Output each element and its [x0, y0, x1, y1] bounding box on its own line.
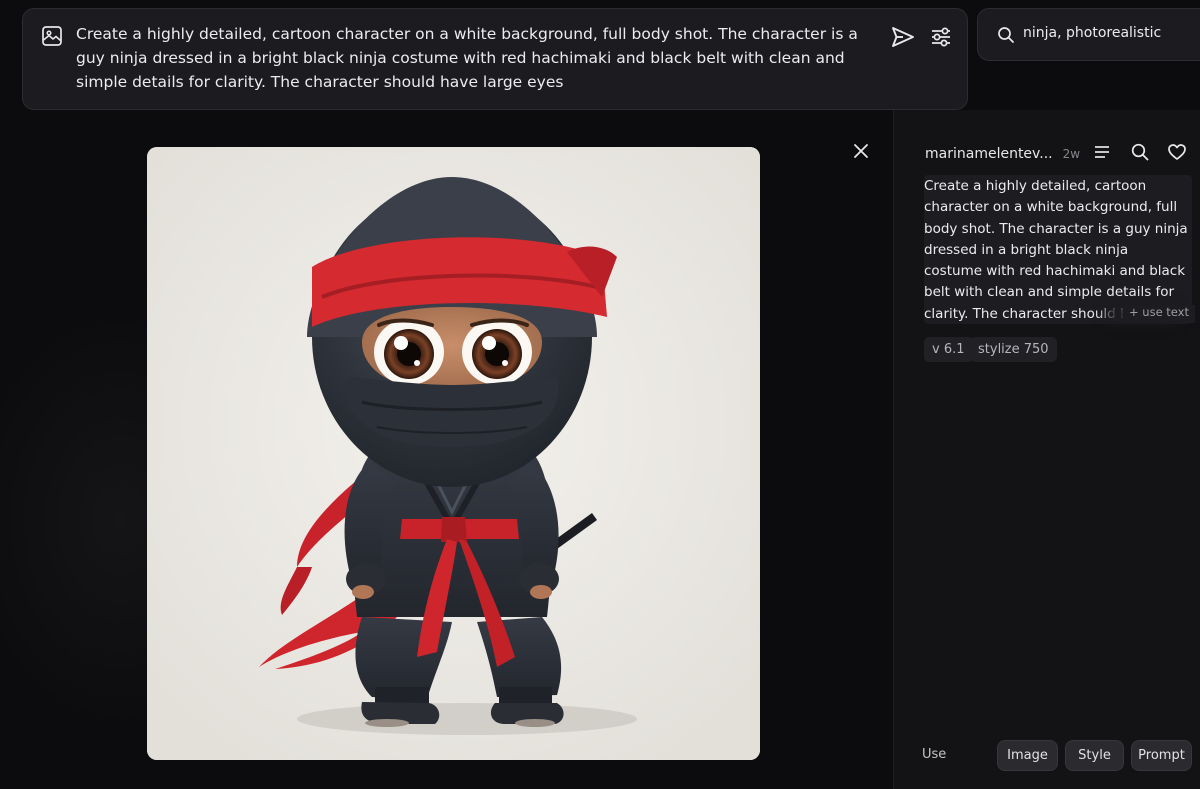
settings-sliders-icon[interactable]: [927, 23, 955, 51]
author-name[interactable]: marinamelentev...: [925, 146, 1053, 162]
image-icon[interactable]: [41, 25, 63, 47]
author-row: marinamelentev... 2w: [925, 143, 1080, 163]
stylize-tag[interactable]: stylize 750: [970, 337, 1057, 362]
search-input[interactable]: ninja, photorealistic: [1023, 25, 1161, 41]
heart-icon[interactable]: [1167, 142, 1187, 162]
use-image-button[interactable]: Image: [997, 740, 1058, 771]
prompt-input[interactable]: Create a highly detailed, cartoon charac…: [76, 22, 876, 94]
use-text-button[interactable]: + use text: [1123, 305, 1195, 323]
full-prompt-text: Create a highly detailed, cartoon charac…: [924, 178, 1188, 322]
search-box[interactable]: ninja, photorealistic: [977, 8, 1200, 61]
send-icon[interactable]: [889, 23, 917, 51]
prompt-bar[interactable]: Create a highly detailed, cartoon charac…: [22, 8, 968, 110]
post-time: 2w: [1062, 147, 1081, 161]
prompt-text-box[interactable]: Create a highly detailed, cartoon charac…: [924, 175, 1192, 324]
use-prompt-button[interactable]: Prompt: [1131, 740, 1192, 771]
ninja-illustration: [147, 147, 760, 760]
close-icon[interactable]: [850, 140, 872, 162]
list-icon[interactable]: [1092, 142, 1112, 162]
version-tag[interactable]: v 6.1: [924, 337, 973, 362]
search-icon[interactable]: [1130, 142, 1150, 162]
generated-image[interactable]: [147, 147, 760, 760]
use-label: Use: [922, 747, 947, 762]
use-style-button[interactable]: Style: [1065, 740, 1124, 771]
search-icon: [998, 27, 1014, 43]
